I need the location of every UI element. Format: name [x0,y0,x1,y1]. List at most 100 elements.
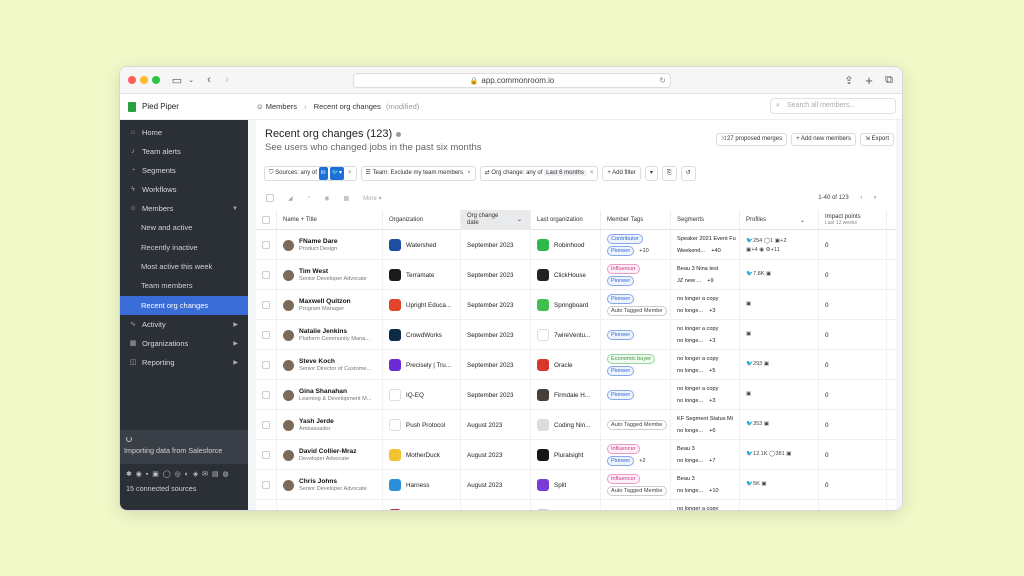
save-view-button[interactable]: ⎘ [661,165,677,181]
last-organization-cell[interactable]: Oracle [530,350,600,380]
share-icon[interactable]: ⇪ [842,73,856,87]
column-profiles[interactable]: Profiles ⌄ [739,210,818,230]
sidebar-subitem-recent-org-changes[interactable]: Recent org changes [120,295,248,315]
sidebar-subitem-team-members[interactable]: Team members [120,276,248,295]
member-tag[interactable]: Pioneer [607,276,635,286]
column-more[interactable] [886,210,896,230]
last-organization-cell[interactable]: Pluralsight [530,440,600,470]
grid-icon[interactable]: ▦ [344,195,350,202]
name-cell[interactable]: Kirby Rodriguez [276,500,382,510]
search-input[interactable]: ⌕ Search all members... [770,98,896,114]
reset-filters-button[interactable]: ↺ [680,165,696,181]
table-row[interactable]: Maxwell Quitzon Program Manager Upright … [256,290,896,320]
member-tag[interactable]: Auto Tagged Membe [607,420,667,430]
organization-cell[interactable]: IQ-EQ [382,380,460,410]
chevron-down-icon[interactable]: ⌄ [184,73,198,87]
back-icon[interactable]: ‹ [202,73,216,87]
tag-icon[interactable]: ◢ [288,195,293,202]
header-checkbox[interactable] [262,216,270,224]
filter-org-change[interactable]: ⇄ Org change: any of Last 6 months × [479,165,599,181]
segment-icon[interactable]: ◔ [307,195,311,202]
last-organization-cell[interactable]: Firmdale H... [530,380,600,410]
name-cell[interactable]: Steve Koch Senior Director of Custome... [276,350,382,380]
name-cell[interactable]: Tim West Senior Developer Advocate [276,260,382,290]
filter-team[interactable]: ☰ Team: Exclude my team members × [360,165,476,181]
row-checkbox[interactable] [262,391,270,399]
table-row[interactable]: Natalie Jenkins Platform Community Mana.… [256,320,896,350]
member-tag[interactable]: Auto Tagged Membe [607,486,667,496]
member-tags-cell[interactable]: Auto Tagged Membe [600,410,670,440]
name-cell[interactable]: Maxwell Quitzon Program Manager [276,290,382,320]
add-filter-button[interactable]: + Add filter [602,165,641,181]
connected-sources[interactable]: ✱ ◉ ▪ ▣ ◯ ◎ ◐ ◈ ✉ ▤ ◍ 15 connected sourc… [120,470,248,493]
row-checkbox[interactable] [262,481,270,489]
member-name[interactable]: Maxwell Quitzon [299,298,351,305]
member-name[interactable]: FName Dare [299,238,337,245]
organization-cell[interactable]: Upright Educa... [382,290,460,320]
segments-cell[interactable]: Beau 3 no longe... +10 [670,470,739,500]
new-tab-icon[interactable]: + [862,73,876,88]
table-row[interactable]: David Collier-Mraz Developer Advocate Mo… [256,440,896,470]
organization-cell[interactable]: Terramate [382,260,460,290]
name-cell[interactable]: Natalie Jenkins Platform Community Mana.… [276,320,382,350]
row-checkbox[interactable] [262,301,270,309]
column-last-organization[interactable]: Last organization [530,210,600,230]
sidebar-subitem-new-and-active[interactable]: New and active [120,218,248,237]
member-tag[interactable]: Economic buyer [607,354,656,364]
organization-cell[interactable]: CrowdWorks [382,320,460,350]
member-name[interactable]: Tim West [299,268,367,275]
member-tag[interactable]: Pioneer [607,330,635,340]
row-checkbox[interactable] [262,331,270,339]
sidebar-item-activity[interactable]: ∿ Activity ▶ [120,315,248,334]
member-tags-cell[interactable]: Influencer Pioneer [600,260,670,290]
row-checkbox[interactable] [262,241,270,249]
member-tag[interactable]: Pioneer [607,510,634,511]
member-tag[interactable]: Pioneer [607,366,635,376]
last-organization-cell[interactable] [530,500,600,510]
last-organization-cell[interactable]: Split [530,470,600,500]
member-tag[interactable]: Contributor [607,234,643,244]
workspace-brand[interactable]: Pied Piper [120,94,248,120]
segments-cell[interactable]: no longer a copy no longe... +3 [670,320,739,350]
column-org-change-date[interactable]: Org change date ⌄ [460,210,530,230]
row-checkbox[interactable] [262,421,270,429]
name-cell[interactable]: Chris Johns Senior Developer Advocate [276,470,382,500]
member-name[interactable]: Steve Koch [299,358,371,365]
previous-page-icon[interactable]: ‹ [860,195,862,201]
column-impact-points[interactable]: Impact points Last 12 weeks [818,210,886,230]
breadcrumb-members[interactable]: Members [266,102,297,111]
column-organization[interactable]: Organization [382,210,460,230]
reload-icon[interactable]: ↻ [659,74,666,87]
sidebar-item-workflows[interactable]: ϟ Workflows [120,180,248,199]
member-tag[interactable]: Influencer [607,474,640,484]
member-tags-cell[interactable]: Contributor Pioneer +10 [600,230,670,260]
sidebar-subitem-most-active[interactable]: Most active this week [120,257,248,276]
member-name[interactable]: David Collier-Mraz [299,448,357,455]
table-row[interactable]: Kirby Rodriguez Pioneer no longer a copy [256,500,896,511]
row-checkbox[interactable] [262,361,270,369]
last-organization-cell[interactable]: Robinhood [530,230,600,260]
member-tags-cell[interactable]: Pioneer Auto Tagged Membe [600,290,670,320]
maximize-window-button[interactable] [152,76,160,84]
sidebar-item-team-alerts[interactable]: ♪ Team alerts [120,142,248,161]
sidebar-item-reporting[interactable]: ◫ Reporting ▶ [120,353,248,372]
segments-cell[interactable]: no longer a copy no longe... +3 [670,290,739,320]
last-organization-cell[interactable]: Springboard [530,290,600,320]
proposed-merges-button[interactable]: ⤨ 27 proposed merges [715,133,788,146]
last-organization-cell[interactable]: Coding Nin... [530,410,600,440]
table-row[interactable]: Chris Johns Senior Developer Advocate Ha… [256,470,896,500]
organization-cell[interactable] [382,500,460,510]
segments-cell[interactable]: no longer a copy no longe... +5 [670,350,739,380]
last-organization-cell[interactable]: 7wireVentu... [530,320,600,350]
merge-icon[interactable]: ◉ [324,195,329,202]
remove-filter-icon[interactable]: × [467,170,471,176]
name-cell[interactable]: Yash Jerde Ambassador [276,410,382,440]
row-checkbox[interactable] [262,271,270,279]
export-button[interactable]: ⇲ Export [859,133,894,146]
remove-filter-icon[interactable]: × [590,170,594,176]
member-tag[interactable]: Pioneer [607,294,635,304]
column-member-tags[interactable]: Member Tags [600,210,670,230]
member-tags-cell[interactable]: Influencer Pioneer +2 [600,440,670,470]
member-tags-cell[interactable]: Influencer Auto Tagged Membe [600,470,670,500]
segments-cell[interactable]: KF Segment Status Mi no longe... +6 [670,410,739,440]
